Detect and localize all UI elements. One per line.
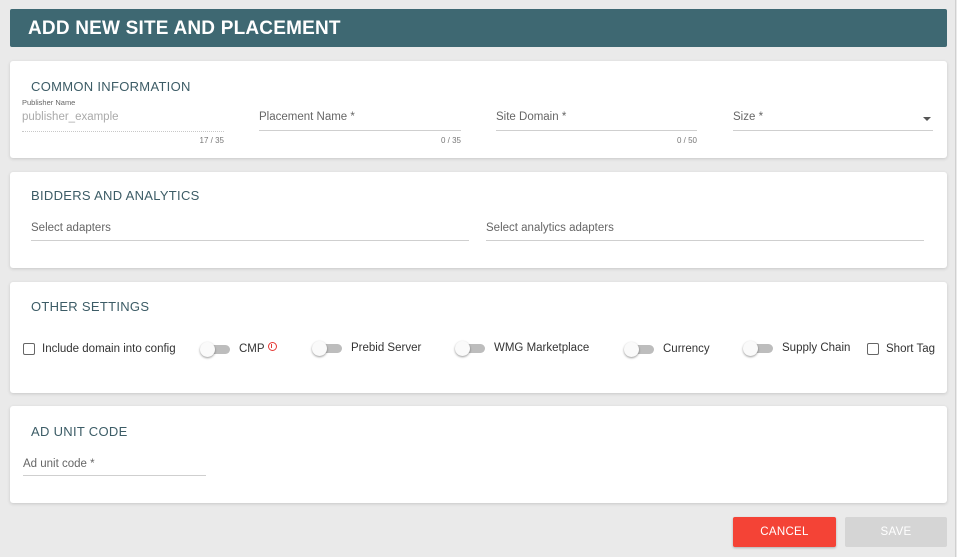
size-select[interactable]: Size * <box>733 111 933 135</box>
prebid-server-label: Prebid Server <box>351 342 422 354</box>
field-underline <box>22 131 224 132</box>
publisher-name-field: Publisher Name publisher_example 17 / 35 <box>22 98 224 148</box>
toggle-switch <box>624 342 656 357</box>
supply-chain-label: Supply Chain <box>782 342 851 354</box>
char-counter: 0 / 35 <box>440 136 461 145</box>
toggle-switch <box>455 341 487 356</box>
char-counter: 17 / 35 <box>199 136 224 145</box>
wmg-marketplace-label: WMG Marketplace <box>494 342 590 354</box>
adapters-placeholder: Select adapters <box>31 222 111 234</box>
ad-unit-code-section: AD UNIT CODE Ad unit code * <box>10 406 947 503</box>
publisher-name-label: Publisher Name <box>22 98 76 107</box>
section-title: COMMON INFORMATION <box>31 79 191 94</box>
section-title: OTHER SETTINGS <box>31 299 150 314</box>
caret-down-icon <box>923 117 931 121</box>
window-edge <box>955 0 956 557</box>
field-underline <box>259 130 461 131</box>
save-button[interactable]: SAVE <box>845 517 947 547</box>
short-tag-checkbox[interactable]: Short Tag <box>867 343 935 355</box>
dialog-header: ADD NEW SITE AND PLACEMENT <box>10 9 947 47</box>
cancel-button[interactable]: CANCEL <box>733 517 836 547</box>
placement-name-input[interactable]: Placement Name * 0 / 35 <box>259 111 461 149</box>
section-title: AD UNIT CODE <box>31 424 128 439</box>
include-domain-checkbox[interactable]: Include domain into config <box>23 343 176 355</box>
field-underline <box>496 130 697 131</box>
other-settings-section: OTHER SETTINGS Include domain into confi… <box>10 282 947 393</box>
toggle-switch <box>743 341 775 356</box>
common-information-section: COMMON INFORMATION Publisher Name publis… <box>10 61 947 158</box>
wmg-marketplace-toggle[interactable]: WMG Marketplace <box>455 341 590 356</box>
analytics-adapters-select[interactable]: Select analytics adapters <box>486 222 924 242</box>
prebid-server-toggle[interactable]: Prebid Server <box>312 341 422 356</box>
toggle-switch <box>200 342 232 357</box>
field-underline <box>23 475 206 476</box>
site-domain-label: Site Domain * <box>496 111 567 123</box>
ad-unit-code-input[interactable]: Ad unit code * <box>23 458 206 478</box>
currency-label: Currency <box>663 343 710 355</box>
section-title: BIDDERS AND ANALYTICS <box>31 188 200 203</box>
publisher-name-value: publisher_example <box>22 111 119 123</box>
cmp-label: CMP <box>239 343 265 355</box>
adapters-select[interactable]: Select adapters <box>31 222 469 242</box>
char-counter: 0 / 50 <box>676 136 697 145</box>
toggle-switch <box>312 341 344 356</box>
site-domain-input[interactable]: Site Domain * 0 / 50 <box>496 111 697 149</box>
cmp-toggle[interactable]: CMP <box>200 341 277 357</box>
supply-chain-toggle[interactable]: Supply Chain <box>743 341 851 356</box>
dialog-title: ADD NEW SITE AND PLACEMENT <box>28 18 341 39</box>
field-underline <box>733 130 933 131</box>
checkbox-box <box>23 343 35 355</box>
analytics-adapters-placeholder: Select analytics adapters <box>486 222 614 234</box>
size-label: Size * <box>733 111 764 123</box>
field-underline <box>31 240 469 241</box>
info-icon[interactable] <box>267 341 277 351</box>
short-tag-label: Short Tag <box>886 343 936 355</box>
placement-name-label: Placement Name * <box>259 111 355 123</box>
include-domain-label: Include domain into config <box>42 343 176 355</box>
field-underline <box>486 240 924 241</box>
bidders-analytics-section: BIDDERS AND ANALYTICS Select adapters Se… <box>10 172 947 268</box>
currency-toggle[interactable]: Currency <box>624 342 710 357</box>
ad-unit-code-label: Ad unit code * <box>23 458 95 470</box>
checkbox-box <box>867 343 879 355</box>
